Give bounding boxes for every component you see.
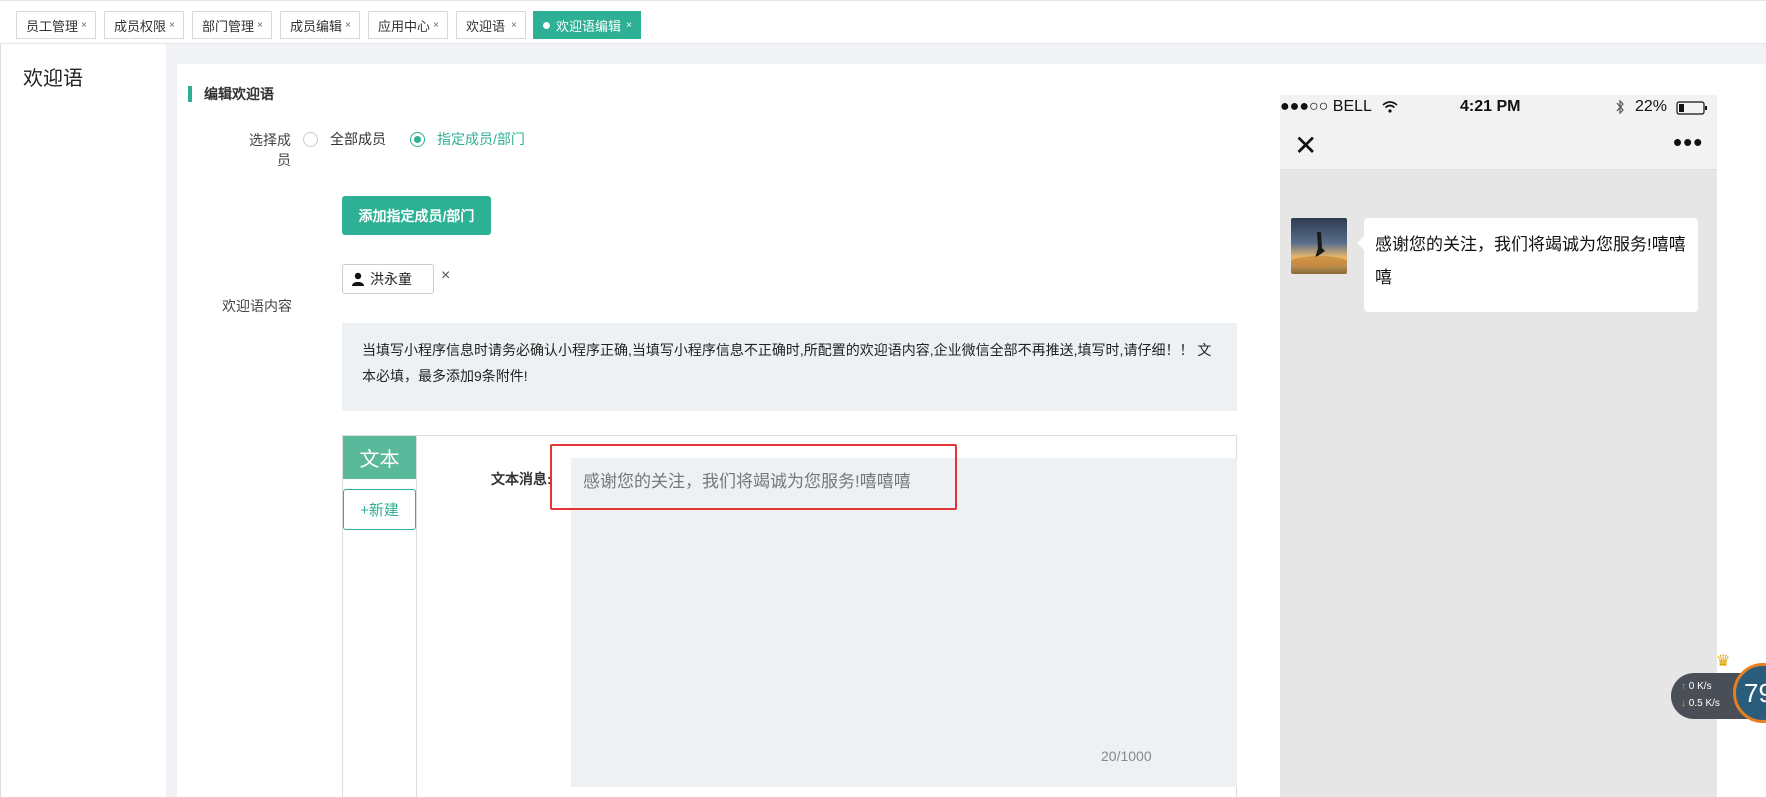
radio-circle-icon — [303, 131, 318, 147]
char-count: 20/1000 — [1101, 748, 1152, 764]
tab-label: 员工管理 — [26, 18, 79, 34]
radio-label: 指定成员/部门 — [437, 131, 525, 147]
radio-checked-icon — [410, 131, 425, 147]
remove-member-icon[interactable]: × — [441, 267, 450, 285]
radio-all-members[interactable]: 全部成员 — [303, 129, 386, 149]
upload-speed-value: 0 K/s — [1688, 681, 1712, 692]
battery-icon — [1676, 101, 1707, 115]
tab-close-icon[interactable]: × — [81, 20, 87, 31]
avatar — [1291, 218, 1347, 274]
content-label: 欢迎语内容 — [222, 298, 292, 314]
sidebar-title: 欢迎语 — [23, 68, 83, 90]
active-dot-icon — [543, 21, 550, 29]
tab-label: 欢迎语 — [466, 18, 506, 34]
tab-welcome-edit[interactable]: 欢迎语编辑 × — [533, 11, 641, 39]
tab-label: 部门管理 — [202, 18, 255, 34]
add-member-button[interactable]: 添加指定成员/部门 — [342, 196, 491, 235]
radio-label: 全部成员 — [330, 131, 386, 147]
upload-speed: ↑ 0 K/s — [1681, 681, 1712, 692]
tab-app-center[interactable]: 应用中心 × — [368, 11, 448, 39]
tab-label: 欢迎语编辑 — [556, 18, 622, 34]
chat-bubble: 感谢您的关注，我们将竭诚为您服务!嘻嘻嘻 — [1357, 218, 1698, 312]
carrier-signal: ●●●○○ BELL — [1280, 98, 1372, 115]
download-speed: ↓ 0.5 K/s — [1681, 698, 1720, 709]
tab-bar: 员工管理 × 成员权限 × 部门管理 × 成员编辑 × 应用中心 × 欢迎语 × 欢迎语编辑… — [0, 0, 1766, 44]
member-tag: 洪永童 — [342, 264, 434, 294]
tab-label: 成员编辑 — [290, 18, 343, 34]
tab-label: 应用中心 — [378, 18, 431, 34]
tab-welcome[interactable]: 欢迎语 × — [456, 11, 526, 39]
close-icon[interactable]: ✕ — [1294, 129, 1317, 162]
battery-percent: 22% — [1635, 98, 1668, 115]
tab-close-icon[interactable]: × — [626, 20, 632, 31]
tab-employee-management[interactable]: 员工管理 × — [16, 11, 96, 39]
tab-department-management[interactable]: 部门管理 × — [192, 11, 272, 39]
network-speed-widget[interactable]: ↑ 0 K/s ↓ 0.5 K/s 79 — [1671, 663, 1766, 723]
speed-gauge-value: 79 — [1744, 677, 1766, 708]
download-speed-value: 0.5 K/s — [1688, 698, 1720, 709]
tab-close-icon[interactable]: × — [511, 20, 517, 31]
tab-close-icon[interactable]: × — [345, 20, 351, 31]
tab-member-edit[interactable]: 成员编辑 × — [280, 11, 360, 39]
tab-close-icon[interactable]: × — [169, 20, 175, 31]
section-title: 编辑欢迎语 — [188, 86, 274, 102]
new-attachment-button[interactable]: +新建 — [343, 489, 416, 530]
tab-label: 成员权限 — [114, 18, 167, 34]
phone-status-bar: ●●●○○ BELL 4:21 PM 22% — [1280, 95, 1717, 121]
crown-icon: ♛ — [1716, 653, 1731, 670]
more-icon[interactable]: ••• — [1673, 127, 1703, 158]
text-message-label: 文本消息: — [491, 471, 552, 487]
phone-preview: ●●●○○ BELL 4:21 PM 22% ✕ ••• 感谢您的关注，我们将竭… — [1280, 95, 1717, 797]
tab-member-permissions[interactable]: 成员权限 × — [104, 11, 184, 39]
avatar-silhouette-icon — [1291, 232, 1347, 268]
tab-close-icon[interactable]: × — [257, 20, 263, 31]
tab-close-icon[interactable]: × — [433, 20, 439, 31]
user-icon — [352, 272, 364, 286]
select-member-label: 选择成员 — [249, 132, 291, 168]
sidebar: 欢迎语 — [0, 44, 166, 797]
text-type-tab[interactable]: 文本 — [343, 436, 416, 479]
notice-box: 当填写小程序信息时请务必确认小程序正确,当填写小程序信息不正确时,所配置的欢迎语… — [342, 323, 1237, 411]
phone-nav-bar: ✕ ••• — [1280, 121, 1717, 170]
member-name: 洪永童 — [370, 271, 412, 287]
attachment-type-sidebar: 文本 +新建 — [343, 436, 417, 797]
bluetooth-icon — [1616, 99, 1624, 115]
highlight-box — [550, 444, 957, 510]
radio-specified-members[interactable]: 指定成员/部门 — [410, 129, 525, 149]
phone-time: 4:21 PM — [1460, 98, 1521, 115]
wifi-icon — [1382, 101, 1398, 113]
